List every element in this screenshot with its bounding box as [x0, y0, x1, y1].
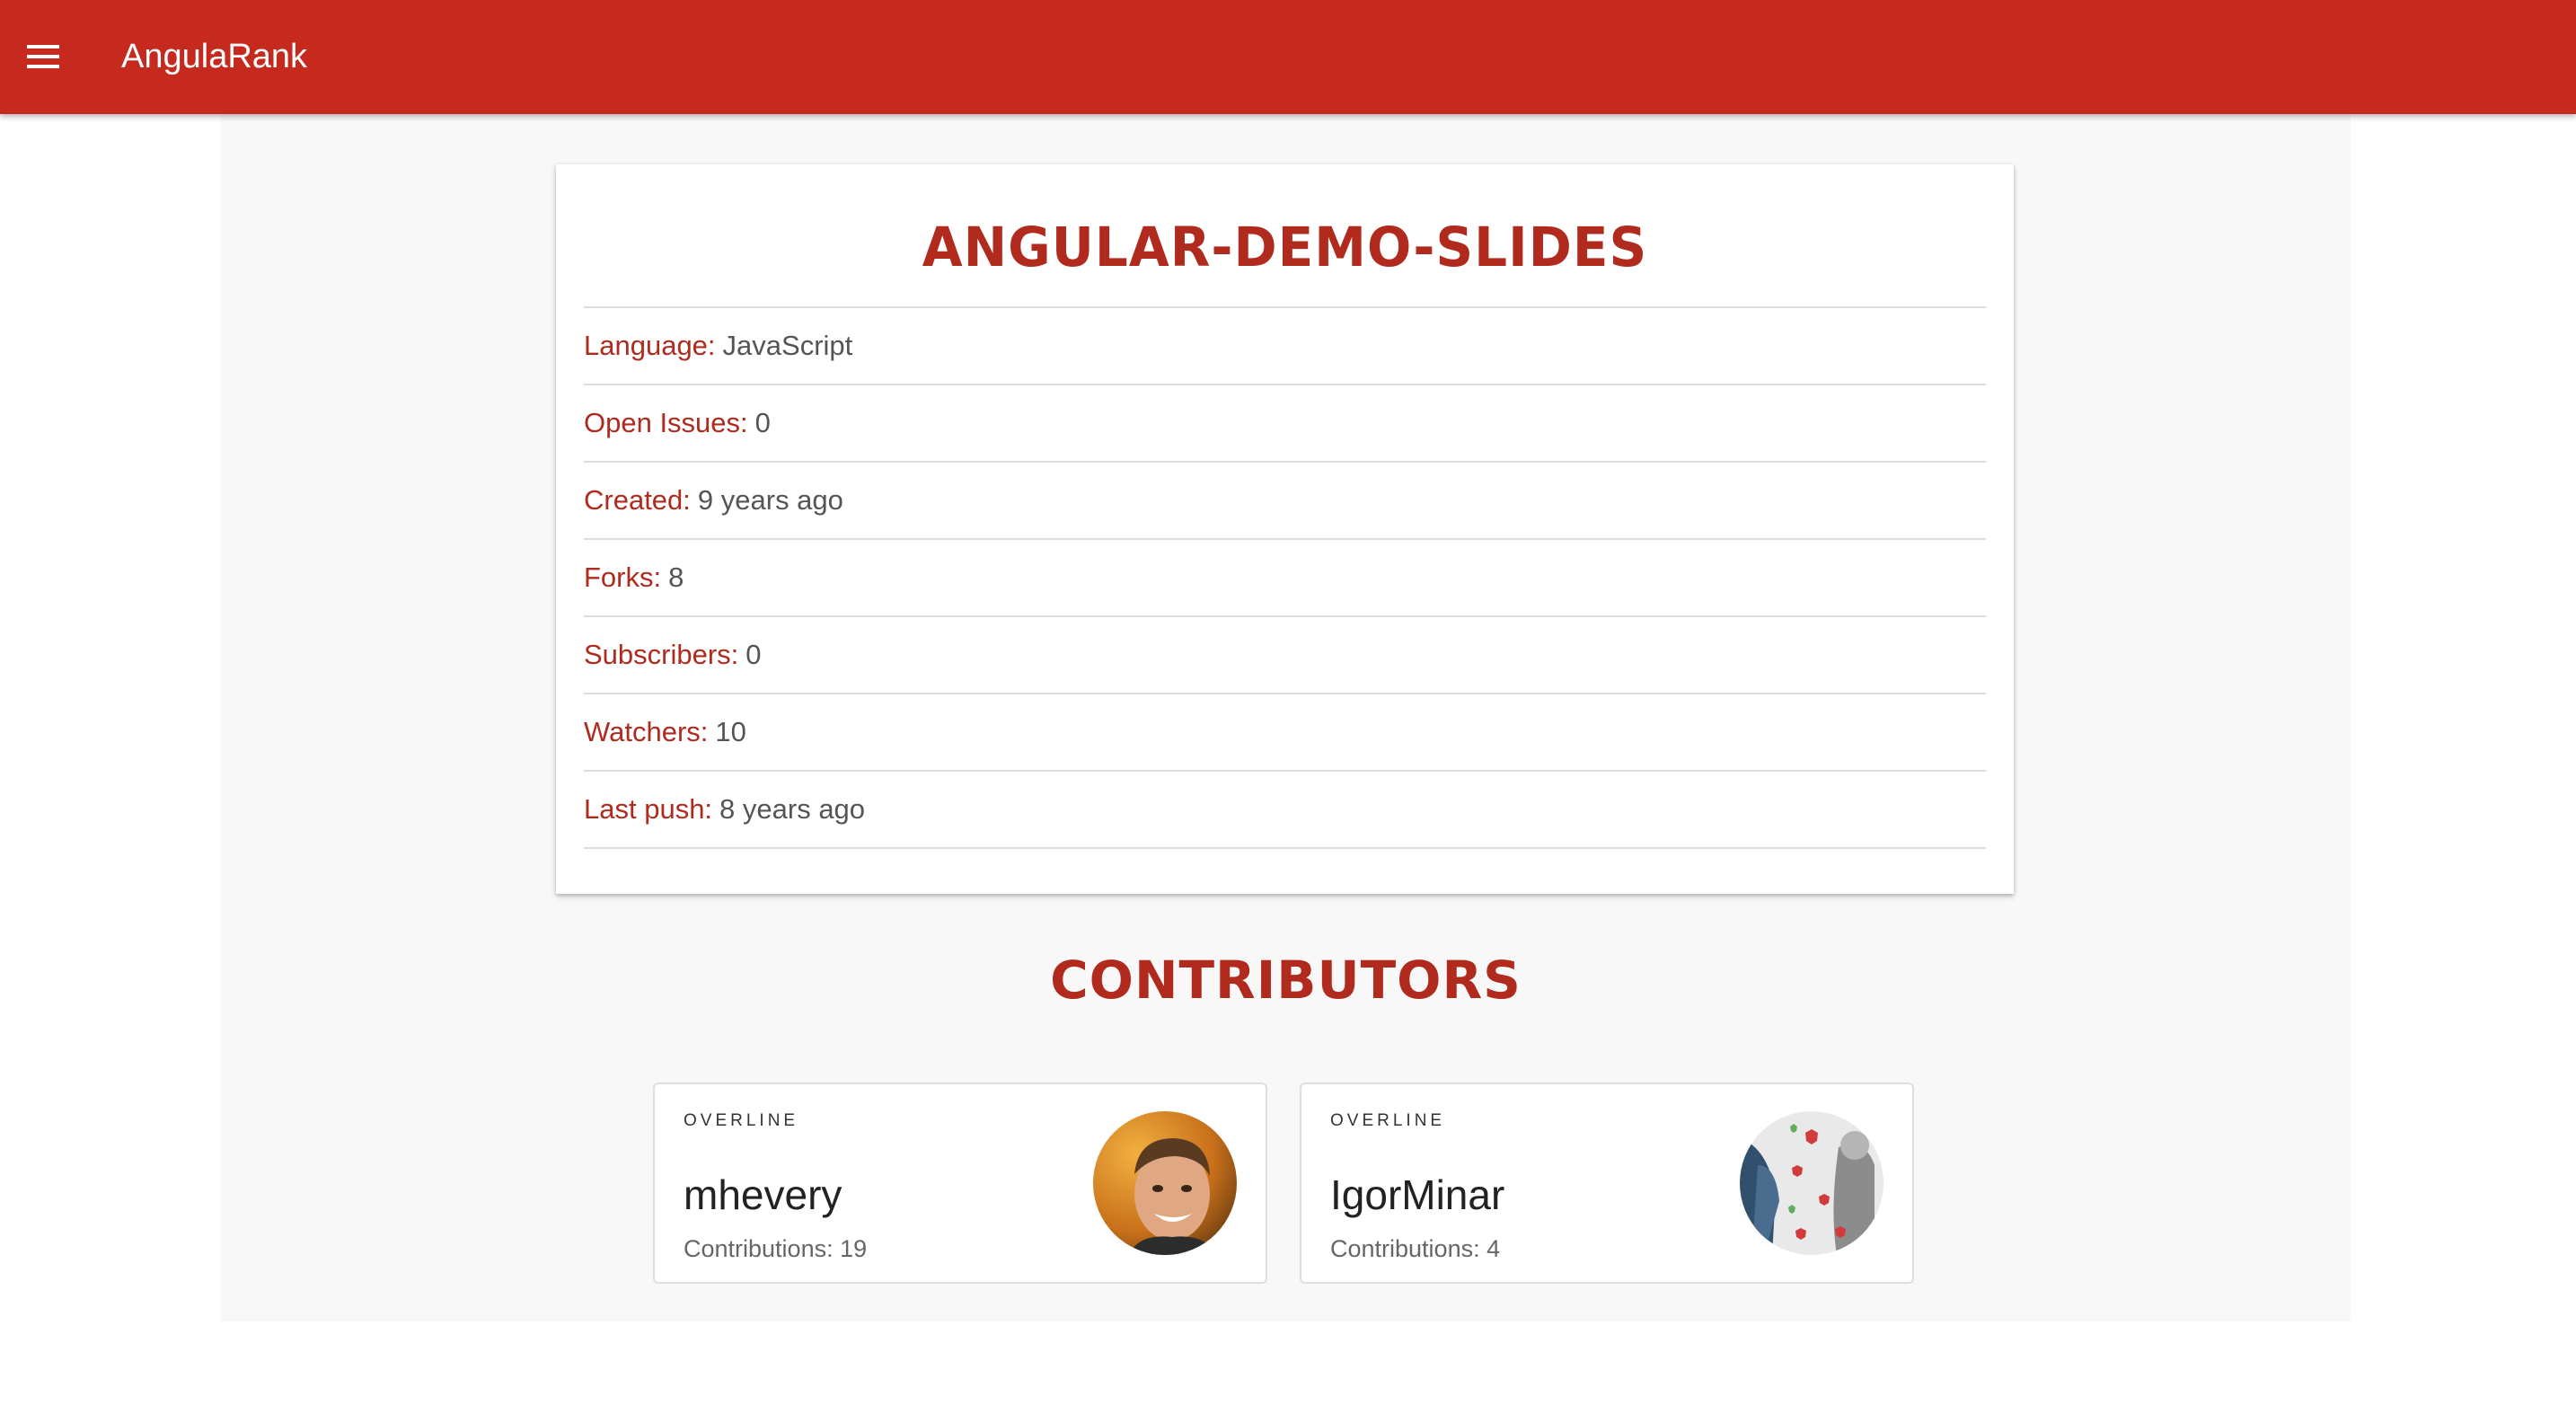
stat-row-created: Created: 9 years ago: [584, 463, 1986, 540]
stat-value: JavaScript: [722, 330, 853, 361]
repo-stat-list: Language: JavaScript Open Issues: 0 Crea…: [584, 306, 1986, 849]
stat-value: 0: [754, 407, 771, 438]
contributor-name: mhevery: [684, 1171, 842, 1218]
stat-value: 9 years ago: [697, 484, 843, 516]
stat-row-language: Language: JavaScript: [584, 308, 1986, 385]
contributor-name: IgorMinar: [1330, 1171, 1505, 1218]
card-overline: OVERLINE: [684, 1111, 799, 1130]
card-overline: OVERLINE: [1330, 1111, 1446, 1130]
repo-details-card: ANGULAR-DEMO-SLIDES Language: JavaScript…: [556, 164, 2014, 894]
avatar: [1093, 1111, 1237, 1255]
menu-icon[interactable]: [18, 30, 68, 84]
stat-label: Watchers:: [584, 716, 709, 747]
app-title[interactable]: AngulaRank: [121, 0, 307, 114]
stat-value: 8 years ago: [719, 793, 866, 825]
main-content: ANGULAR-DEMO-SLIDES Language: JavaScript…: [221, 114, 2351, 1321]
stat-value: 10: [715, 716, 746, 747]
stat-label: Subscribers:: [584, 639, 739, 670]
stat-row-forks: Forks: 8: [584, 540, 1986, 617]
app-toolbar: AngulaRank: [0, 0, 2576, 114]
contribution-count: Contributions: 4: [1330, 1235, 1501, 1262]
contributors-heading: CONTRIBUTORS: [1050, 950, 1522, 1011]
contribution-count: Contributions: 19: [684, 1235, 868, 1262]
stat-row-subscribers: Subscribers: 0: [584, 617, 1986, 694]
stat-label: Created:: [584, 484, 691, 516]
stat-row-watchers: Watchers: 10: [584, 694, 1986, 772]
avatar: [1740, 1111, 1883, 1255]
contributor-card[interactable]: OVERLINE mhevery Contributions: 19: [653, 1083, 1267, 1284]
stat-row-last-push: Last push: 8 years ago: [584, 772, 1986, 849]
stat-label: Last push:: [584, 793, 713, 825]
stat-label: Open Issues:: [584, 407, 748, 438]
stat-label: Forks:: [584, 561, 662, 593]
stat-label: Language:: [584, 330, 716, 361]
stat-value: 8: [668, 561, 684, 593]
stat-row-open-issues: Open Issues: 0: [584, 385, 1986, 463]
contributor-card[interactable]: OVERLINE IgorMinar Contributions: 4: [1300, 1083, 1914, 1284]
stat-value: 0: [745, 639, 762, 670]
repo-title: ANGULAR-DEMO-SLIDES: [922, 215, 1648, 279]
